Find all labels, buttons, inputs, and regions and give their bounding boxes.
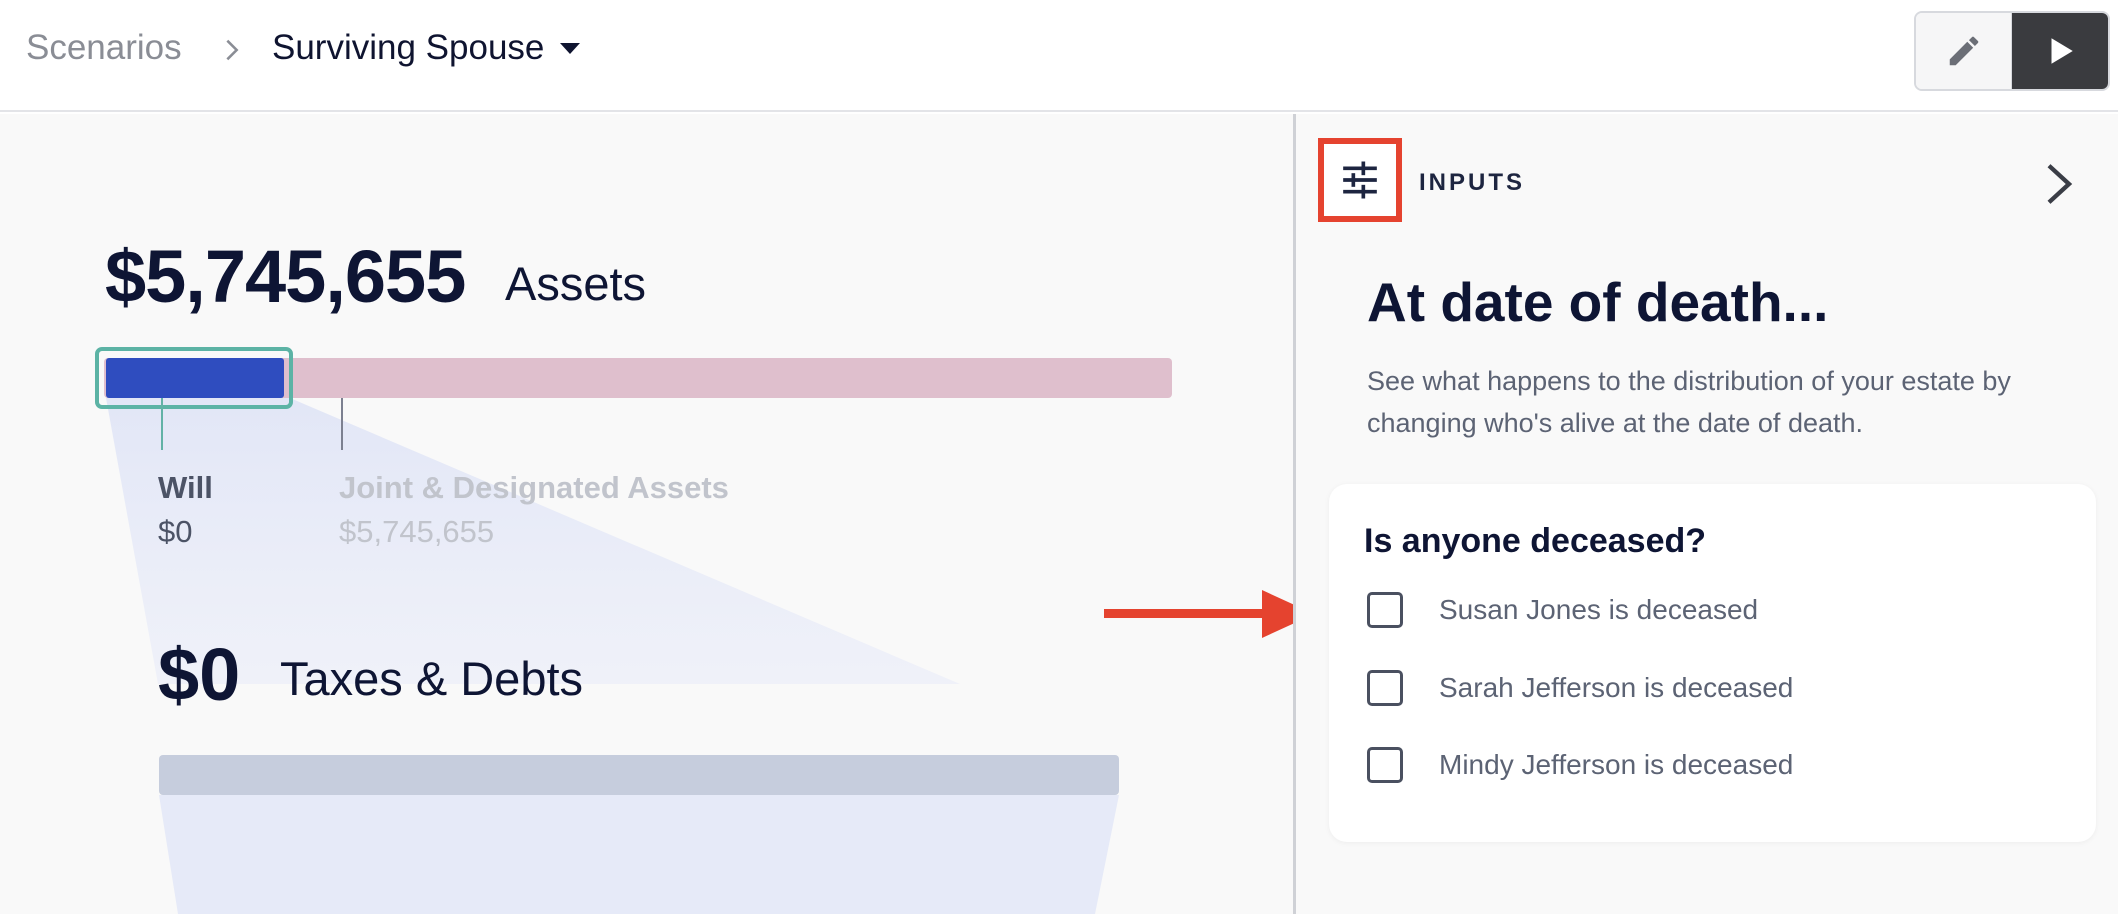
checkbox-sarah-jefferson[interactable]: Sarah Jefferson is deceased — [1367, 670, 1793, 706]
taxes-bar — [159, 755, 1119, 795]
deceased-card: Is anyone deceased? Susan Jones is decea… — [1329, 484, 2096, 842]
checkbox-susan-jones[interactable]: Susan Jones is deceased — [1367, 592, 1758, 628]
play-icon — [2051, 38, 2073, 64]
section-description: See what happens to the distribution of … — [1367, 366, 2011, 438]
estate-summary-panel: $5,745,655 Assets Will $0 Joint & Design… — [0, 114, 1293, 914]
will-tick — [161, 398, 163, 450]
chevron-right-icon[interactable] — [2039, 160, 2079, 208]
checkbox-label: Mindy Jefferson is deceased — [1439, 749, 1794, 780]
will-bar-highlight — [95, 347, 293, 409]
sliders-icon — [1343, 161, 1377, 199]
joint-assets-value: $5,745,655 — [339, 514, 495, 549]
run-button[interactable] — [2012, 13, 2108, 89]
joint-tick — [341, 398, 343, 450]
checkbox-label: Sarah Jefferson is deceased — [1439, 672, 1794, 703]
assets-total: $5,745,655 — [105, 235, 466, 318]
inputs-title: INPUTS — [1419, 169, 1526, 196]
toolbar-button-group — [1914, 11, 2110, 91]
taxes-total: $0 — [158, 633, 241, 716]
checkbox-square[interactable] — [1367, 747, 1403, 783]
checkbox-label: Susan Jones is deceased — [1439, 594, 1759, 625]
scenario-name: Surviving Spouse — [272, 28, 545, 67]
checkbox-mindy-jefferson[interactable]: Mindy Jefferson is deceased — [1367, 747, 1793, 783]
inputs-panel: INPUTS At date of death... See what happ… — [1296, 114, 2118, 914]
checkbox-square[interactable] — [1367, 592, 1403, 628]
caret-down-icon — [560, 42, 581, 54]
edit-button[interactable] — [1916, 13, 2013, 89]
section-heading: At date of death... — [1367, 271, 1829, 333]
scenario-dropdown[interactable]: Surviving Spouse — [272, 28, 581, 68]
checkbox-square[interactable] — [1367, 670, 1403, 706]
will-value: $0 — [158, 514, 193, 549]
top-bar: Scenarios Surviving Spouse — [0, 0, 2118, 112]
joint-assets-label: Joint & Designated Assets — [339, 470, 729, 505]
chevron-right-icon — [226, 39, 239, 61]
assets-label: Assets — [505, 257, 647, 310]
taxes-label: Taxes & Debts — [280, 652, 584, 705]
inputs-toggle-button[interactable] — [1318, 138, 1402, 222]
breadcrumb-scenarios[interactable]: Scenarios — [26, 28, 182, 68]
will-label: Will — [158, 470, 213, 505]
deceased-question: Is anyone deceased? — [1364, 522, 1707, 560]
pencil-icon — [1949, 36, 1978, 66]
annotation-arrow-icon — [1104, 590, 1293, 638]
